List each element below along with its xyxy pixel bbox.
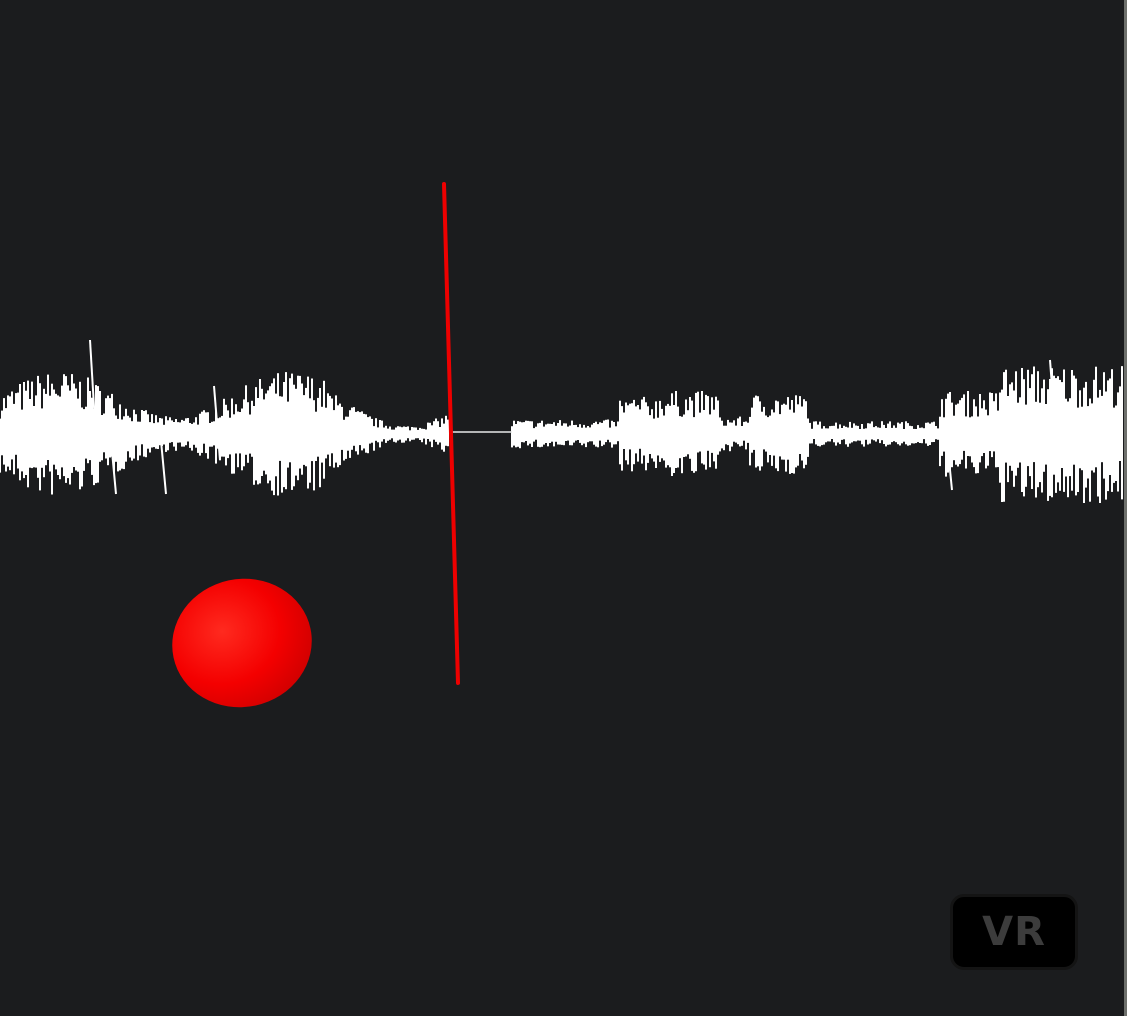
audio-visualization bbox=[0, 182, 1123, 720]
red-sphere[interactable] bbox=[160, 566, 324, 720]
enter-vr-button[interactable]: VR bbox=[950, 894, 1078, 970]
vr-scene-canvas[interactable]: VR bbox=[0, 0, 1124, 1016]
audio-waveform bbox=[0, 339, 1123, 503]
